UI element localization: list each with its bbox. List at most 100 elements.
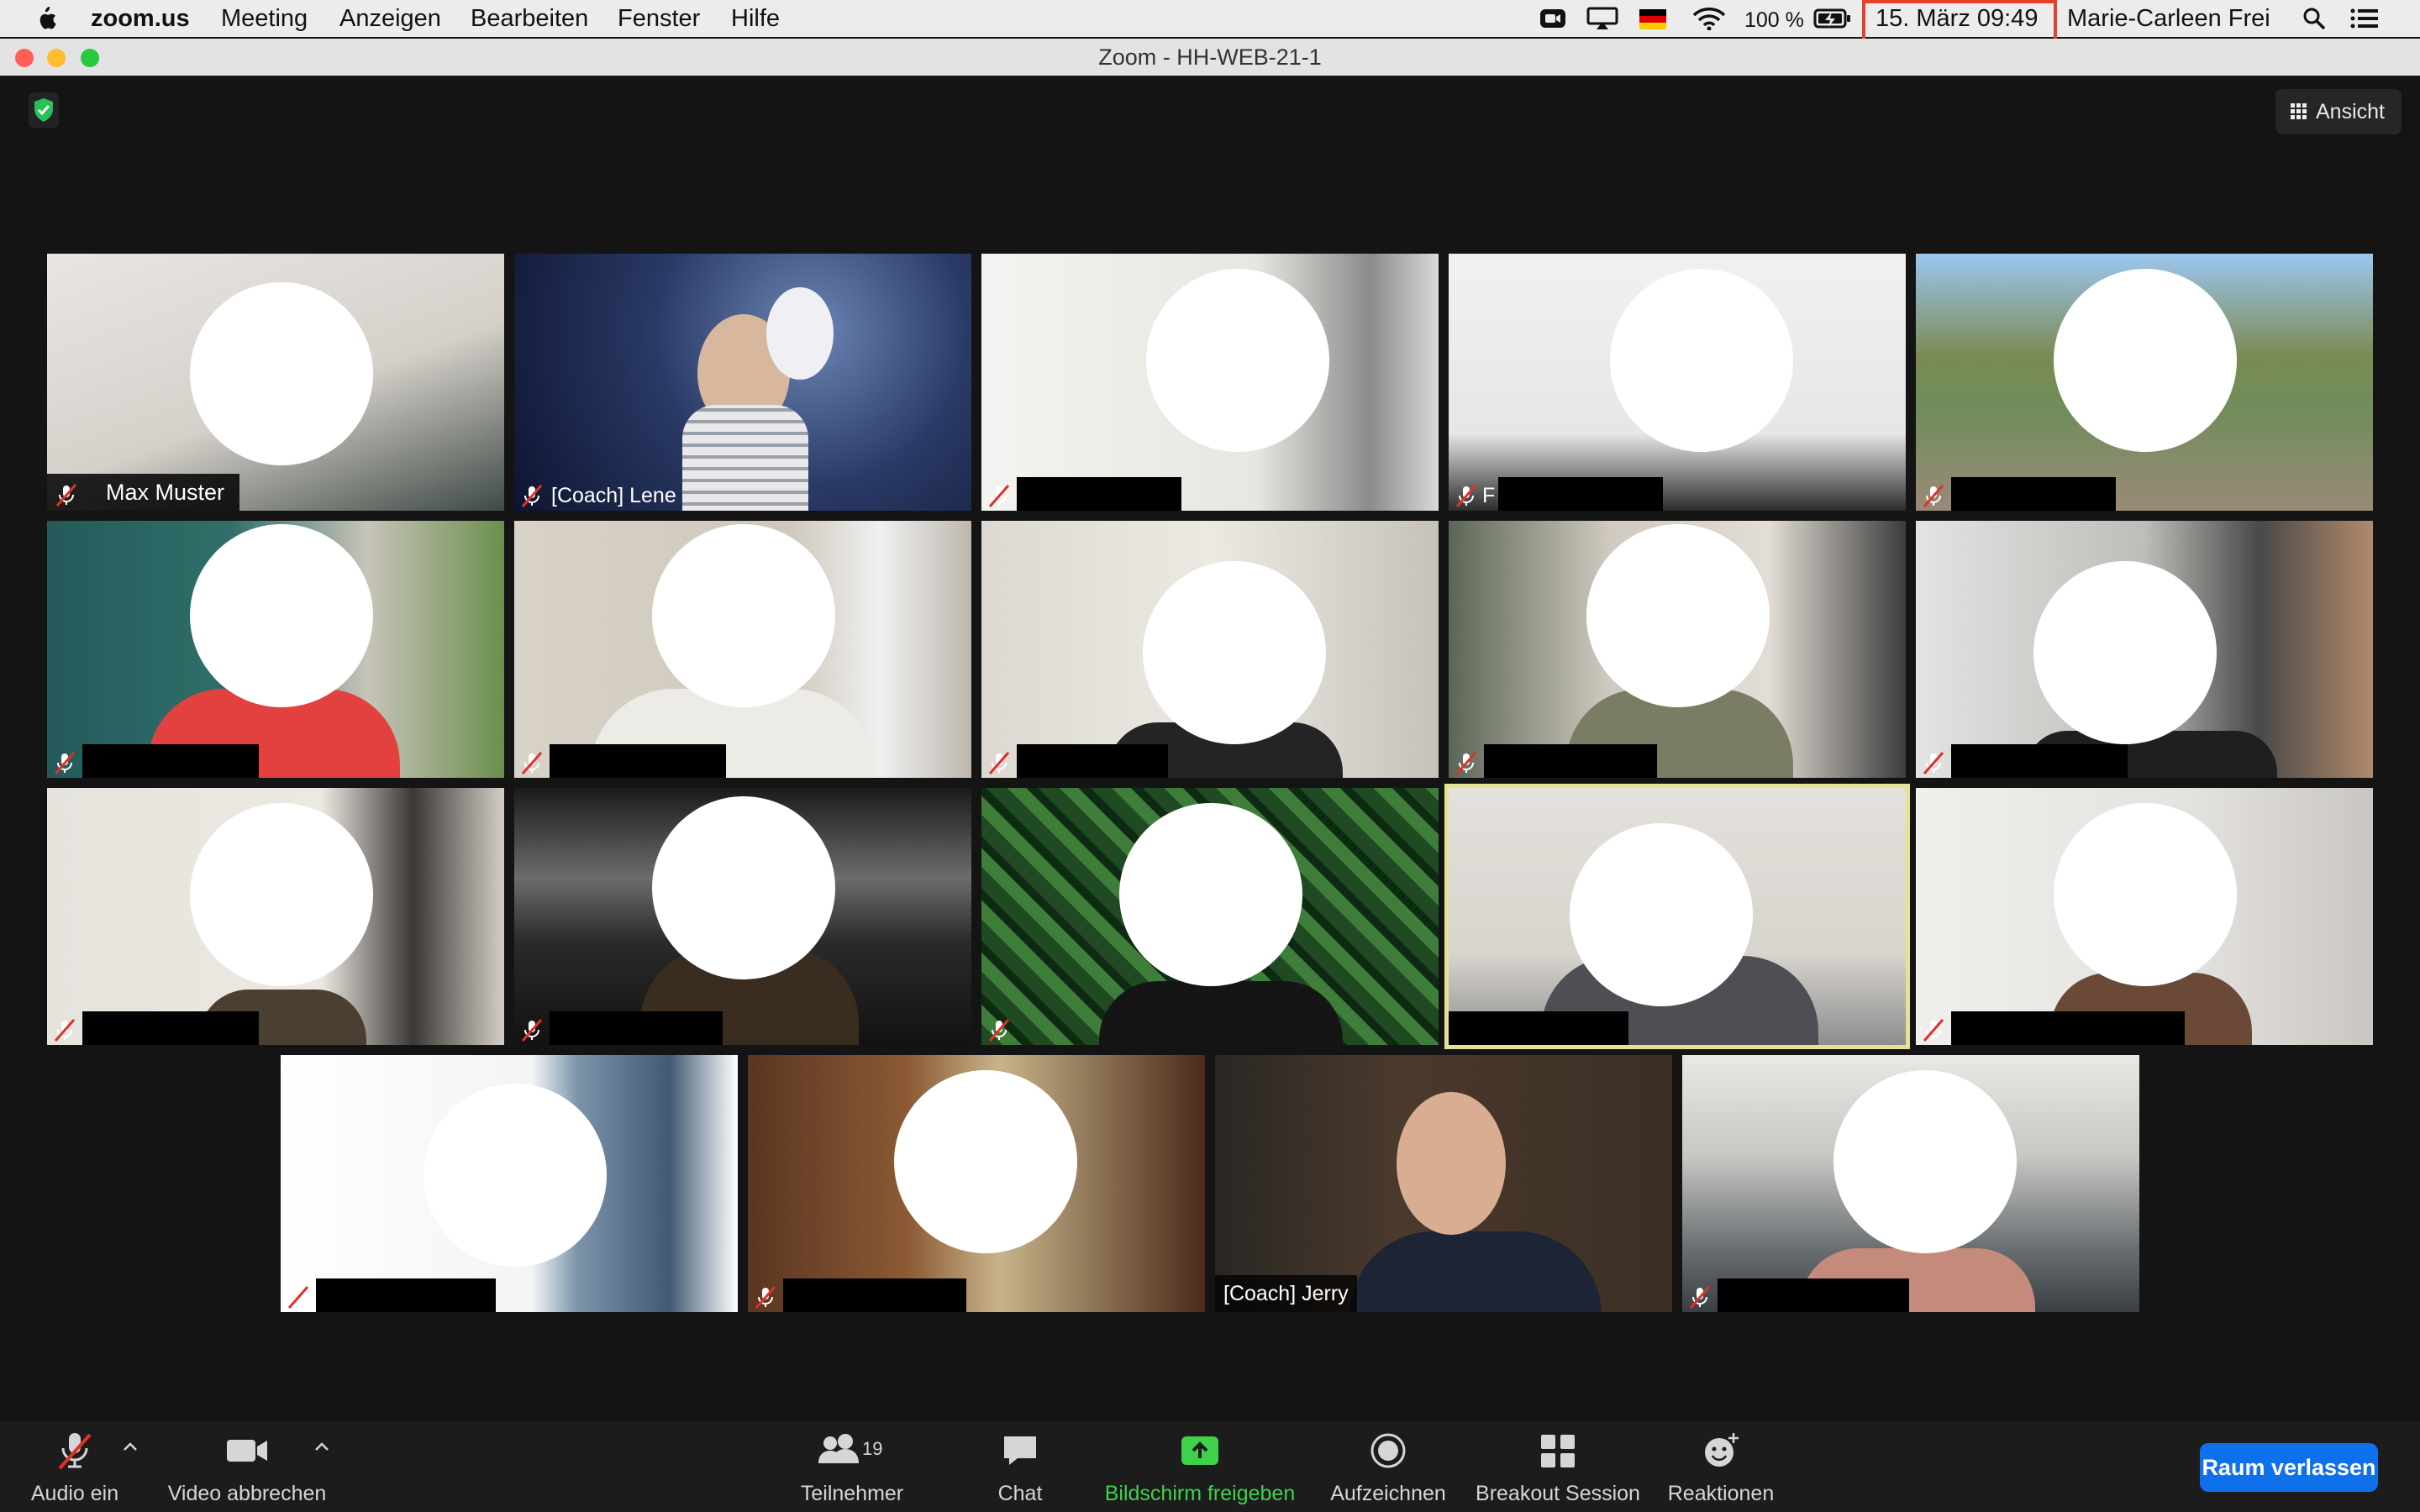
control-center-icon[interactable]	[2349, 7, 2380, 30]
face-mask	[652, 524, 835, 707]
record-button[interactable]: Aufzeichnen	[1323, 1430, 1454, 1506]
video-tile[interactable]	[47, 788, 504, 1045]
view-button-label: Ansicht	[2316, 100, 2385, 123]
video-tile[interactable]	[514, 521, 971, 778]
redacted-name	[1484, 744, 1657, 778]
muted-mic-icon	[521, 1019, 543, 1042]
muted-mic-icon	[1923, 1019, 1944, 1042]
video-tile[interactable]	[514, 788, 971, 1045]
name-bar	[981, 744, 1168, 778]
menubar-clock[interactable]: 15. März 09:49	[1876, 3, 2038, 34]
menu-app-name[interactable]: zoom.us	[91, 3, 190, 34]
participant-body	[1099, 981, 1343, 1045]
face-mask	[424, 1084, 607, 1267]
video-tile-active-speaker[interactable]	[1449, 788, 1906, 1045]
muted-mic-icon	[1455, 752, 1477, 774]
muted-mic-icon	[287, 1286, 309, 1309]
redacted-name	[550, 744, 726, 778]
muted-mic-icon	[988, 485, 1010, 507]
menu-meeting[interactable]: Meeting	[221, 3, 308, 34]
participants-icon: 19	[818, 1434, 882, 1463]
menu-hilfe[interactable]: Hilfe	[731, 3, 780, 34]
face-mask	[2054, 803, 2237, 986]
video-tile[interactable]: F	[1449, 254, 1906, 511]
share-screen-button[interactable]: Bildschirm freigeben	[1099, 1430, 1301, 1506]
apple-icon[interactable]	[34, 5, 57, 32]
share-screen-icon	[1181, 1436, 1218, 1465]
encryption-badge[interactable]	[29, 92, 59, 128]
muted-mic-icon	[1689, 1286, 1711, 1309]
video-tile[interactable]	[281, 1055, 738, 1312]
airplay-icon[interactable]	[1586, 7, 1618, 30]
owl-figure	[766, 287, 834, 380]
name-bar: [Coach] Jerry	[1215, 1275, 1357, 1312]
face-mask	[1119, 803, 1302, 986]
leave-meeting-button[interactable]: Raum verlassen	[2200, 1443, 2378, 1492]
wifi-icon[interactable]	[1692, 7, 1726, 30]
participant-shirt	[1349, 1231, 1602, 1312]
participants-button[interactable]: 19 Teilnehmer	[793, 1430, 911, 1506]
name-bar	[281, 1278, 496, 1312]
muted-mic-icon	[755, 1286, 776, 1309]
menubar-user[interactable]: Marie-Carleen Frei	[2067, 3, 2270, 34]
name-bar	[748, 1278, 966, 1312]
face-mask	[894, 1070, 1077, 1253]
menu-anzeigen[interactable]: Anzeigen	[339, 3, 441, 34]
chat-button-label: Chat	[997, 1482, 1043, 1505]
menu-fenster[interactable]: Fenster	[618, 3, 700, 34]
muted-mic-icon	[55, 484, 77, 507]
face-mask	[1610, 269, 1793, 452]
muted-mic-icon	[988, 1019, 1010, 1042]
video-tile[interactable]: [Coach] Lene	[514, 254, 971, 511]
participant-name: F	[1482, 483, 1496, 507]
spotlight-search-icon[interactable]	[2302, 7, 2326, 30]
battery-charging-icon[interactable]	[1813, 7, 1852, 30]
zoom-tray-icon[interactable]	[1539, 7, 1566, 30]
video-tile[interactable]	[1916, 521, 2373, 778]
face-mask	[652, 796, 835, 979]
breakout-session-button[interactable]: Breakout Session	[1474, 1430, 1642, 1506]
menu-bearbeiten[interactable]: Bearbeiten	[471, 3, 588, 34]
video-tile[interactable]	[1682, 1055, 2139, 1312]
video-tile[interactable]	[1916, 788, 2373, 1045]
face-mask	[190, 524, 373, 707]
video-tile[interactable]: Max Muster	[47, 254, 504, 511]
redacted-name	[1017, 744, 1168, 778]
video-tile[interactable]	[981, 254, 1439, 511]
face-mask	[1586, 524, 1770, 707]
face-mask	[1570, 823, 1753, 1006]
name-bar	[1682, 1278, 1909, 1312]
video-tile[interactable]: [Coach] Jerry	[1215, 1055, 1672, 1312]
video-tile[interactable]	[47, 521, 504, 778]
video-tile[interactable]	[981, 521, 1439, 778]
muted-mic-icon	[988, 752, 1010, 774]
german-flag-icon[interactable]	[1639, 7, 1667, 30]
chevron-up-icon[interactable]	[314, 1441, 329, 1452]
name-bar	[514, 744, 726, 778]
face-mask	[1833, 1070, 2017, 1253]
name-bar	[1449, 1011, 1628, 1045]
participant-hoodie	[682, 405, 808, 511]
share-screen-label: Bildschirm freigeben	[1104, 1482, 1296, 1505]
redacted-name	[316, 1278, 496, 1312]
chat-bubble-icon	[1004, 1436, 1036, 1465]
grid-icon	[2291, 103, 2307, 119]
chat-button[interactable]: Chat	[983, 1430, 1057, 1506]
audio-button[interactable]: Audio ein	[29, 1430, 121, 1506]
video-button[interactable]: Video abbrechen	[163, 1430, 331, 1506]
video-tile[interactable]	[1916, 254, 2373, 511]
video-tile[interactable]	[748, 1055, 1205, 1312]
shield-check-icon	[34, 98, 53, 122]
breakout-rooms-icon	[1541, 1435, 1575, 1467]
breakout-session-label: Breakout Session	[1476, 1482, 1640, 1505]
name-bar	[47, 744, 259, 778]
video-button-label: Video abbrechen	[167, 1482, 327, 1505]
redacted-name	[82, 1011, 259, 1045]
name-bar: [Coach] Lene	[514, 480, 683, 511]
face-mask	[2054, 269, 2237, 452]
video-tile[interactable]	[1449, 521, 1906, 778]
view-button[interactable]: Ansicht	[2275, 89, 2402, 134]
reactions-button[interactable]: Reaktionen	[1662, 1430, 1780, 1506]
chevron-up-icon[interactable]	[123, 1441, 138, 1452]
video-tile[interactable]	[981, 788, 1439, 1045]
